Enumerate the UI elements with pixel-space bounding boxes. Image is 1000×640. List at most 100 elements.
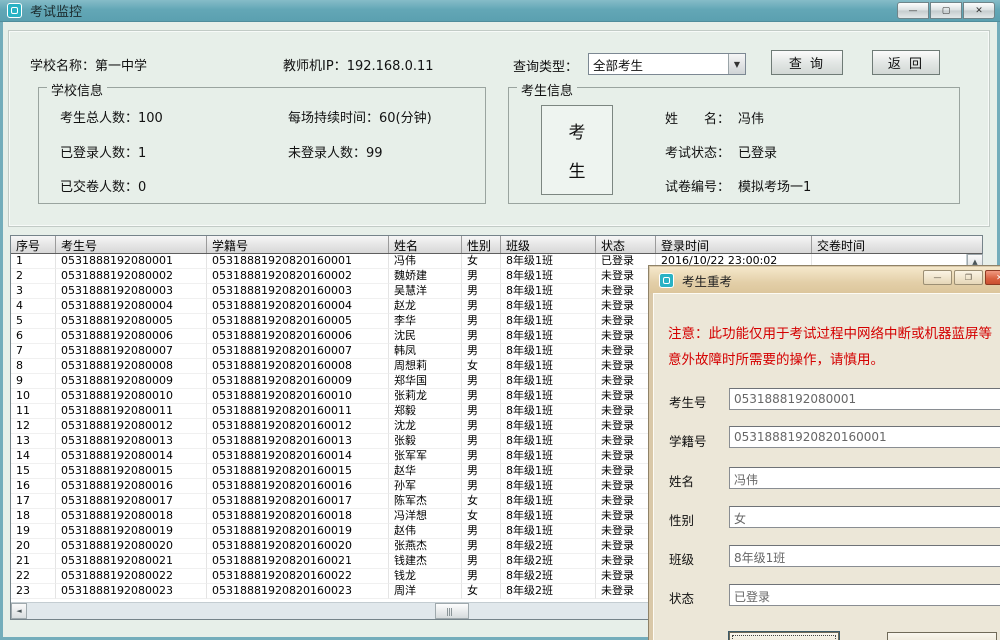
column-header-filler <box>964 236 982 253</box>
table-cell: 0531888192080003 <box>56 284 207 299</box>
dialog-back-button[interactable]: 返 回 <box>887 632 997 640</box>
class-field[interactable]: 8年级1班 <box>729 545 1000 567</box>
table-cell: 未登录 <box>596 344 656 359</box>
retake-dialog-title: 考生重考 <box>682 271 732 290</box>
column-header[interactable]: 考生号 <box>56 236 207 253</box>
total-candidates: 考生总人数：100 <box>60 107 163 126</box>
table-cell: 05318881920820160014 <box>207 449 389 464</box>
table-cell: 0531888192080007 <box>56 344 207 359</box>
session-duration: 每场持续时间：60(分钟) <box>288 107 432 126</box>
table-cell: 女 <box>462 254 501 269</box>
table-cell: 10 <box>11 389 56 404</box>
table-cell: 男 <box>462 344 501 359</box>
column-header[interactable]: 序号 <box>11 236 56 253</box>
logged-in-count: 已登录人数：1 <box>60 142 146 161</box>
scroll-left-icon[interactable]: ◄ <box>11 603 27 619</box>
table-cell: 男 <box>462 419 501 434</box>
warning-text-line1: 注意：此功能仅用于考试过程中网络中断或机器蓝屏等 <box>668 322 992 342</box>
table-cell: 05318881920820160021 <box>207 554 389 569</box>
table-cell: 未登录 <box>596 479 656 494</box>
school-name-value: 第一中学 <box>95 59 147 74</box>
close-icon[interactable]: ✕ <box>985 270 1000 285</box>
table-cell: 0531888192080005 <box>56 314 207 329</box>
column-header[interactable]: 学籍号 <box>207 236 389 253</box>
table-cell: 0531888192080004 <box>56 299 207 314</box>
minimize-icon[interactable]: — <box>923 270 952 285</box>
query-type-select[interactable]: 全部考生 ▼ <box>588 53 746 75</box>
restore-icon[interactable]: ❐ <box>954 270 983 285</box>
table-cell: 05318881920820160012 <box>207 419 389 434</box>
table-cell: 5 <box>11 314 56 329</box>
screen: { "icons": { "minimize": "—", "maximize"… <box>0 0 1000 640</box>
window-title: 考试监控 <box>30 1 82 20</box>
column-header[interactable]: 状态 <box>596 236 656 253</box>
table-cell: 男 <box>462 299 501 314</box>
candidate-table-header[interactable]: 序号考生号学籍号姓名性别班级状态登录时间交卷时间 <box>11 236 982 254</box>
table-cell: 4 <box>11 299 56 314</box>
table-cell: 李华 <box>389 314 462 329</box>
table-cell: 未登录 <box>596 494 656 509</box>
table-cell: 8年级1班 <box>501 434 596 449</box>
name-field[interactable]: 冯伟 <box>729 467 1000 489</box>
table-cell: 8年级1班 <box>501 509 596 524</box>
column-header[interactable]: 性别 <box>462 236 501 253</box>
table-cell: 冯伟 <box>389 254 462 269</box>
field-label-gender: 性别 <box>669 510 694 529</box>
table-cell: 男 <box>462 314 501 329</box>
chevron-down-icon[interactable]: ▼ <box>728 54 745 74</box>
table-cell: 张燕杰 <box>389 539 462 554</box>
table-cell: 未登录 <box>596 314 656 329</box>
table-cell: 孙军 <box>389 479 462 494</box>
table-cell: 女 <box>462 584 501 599</box>
table-cell: 郑毅 <box>389 404 462 419</box>
back-button[interactable]: 返 回 <box>872 50 940 75</box>
table-cell: 男 <box>462 569 501 584</box>
close-icon[interactable]: ✕ <box>963 2 995 19</box>
column-header[interactable]: 姓名 <box>389 236 462 253</box>
table-cell: 未登录 <box>596 464 656 479</box>
maximize-icon[interactable]: ▢ <box>930 2 962 19</box>
table-cell: 未登录 <box>596 509 656 524</box>
column-header[interactable]: 登录时间 <box>656 236 812 253</box>
table-cell: 赵华 <box>389 464 462 479</box>
table-cell: 8年级1班 <box>501 374 596 389</box>
studentno-field[interactable]: 05318881920820160001 <box>729 426 1000 448</box>
field-label-class: 班级 <box>669 549 694 568</box>
table-cell: 0531888192080022 <box>56 569 207 584</box>
status-field[interactable]: 已登录 <box>729 584 1000 606</box>
retake-button[interactable]: 重 考 <box>729 632 839 640</box>
examno-field[interactable]: 0531888192080001 <box>729 388 1000 410</box>
table-cell: 0531888192080016 <box>56 479 207 494</box>
table-cell: 周想莉 <box>389 359 462 374</box>
table-cell: 未登录 <box>596 554 656 569</box>
table-cell: 女 <box>462 509 501 524</box>
table-cell: 男 <box>462 464 501 479</box>
table-cell: 0531888192080011 <box>56 404 207 419</box>
table-cell: 8年级2班 <box>501 554 596 569</box>
minimize-icon[interactable]: — <box>897 2 929 19</box>
table-cell: 8年级1班 <box>501 284 596 299</box>
table-cell: 未登录 <box>596 539 656 554</box>
horizontal-scroll-thumb[interactable] <box>435 603 469 619</box>
table-cell: 05318881920820160023 <box>207 584 389 599</box>
table-cell: 05318881920820160016 <box>207 479 389 494</box>
table-cell: 韩凤 <box>389 344 462 359</box>
app-icon <box>659 273 674 288</box>
table-cell: 未登录 <box>596 434 656 449</box>
table-cell: 8年级1班 <box>501 404 596 419</box>
table-cell: 钱龙 <box>389 569 462 584</box>
table-cell: 8年级1班 <box>501 314 596 329</box>
teacher-ip-value: 192.168.0.11 <box>347 59 434 74</box>
column-header[interactable]: 班级 <box>501 236 596 253</box>
table-cell: 男 <box>462 449 501 464</box>
column-header[interactable]: 交卷时间 <box>812 236 964 253</box>
gender-field[interactable]: 女 <box>729 506 1000 528</box>
query-type-label: 查询类型： <box>513 56 578 75</box>
table-cell: 05318881920820160018 <box>207 509 389 524</box>
table-cell: 0531888192080015 <box>56 464 207 479</box>
candidate-info-group-title: 考生信息 <box>517 80 577 99</box>
table-cell: 男 <box>462 479 501 494</box>
table-cell: 男 <box>462 284 501 299</box>
table-cell: 22 <box>11 569 56 584</box>
query-button[interactable]: 查 询 <box>771 50 843 75</box>
